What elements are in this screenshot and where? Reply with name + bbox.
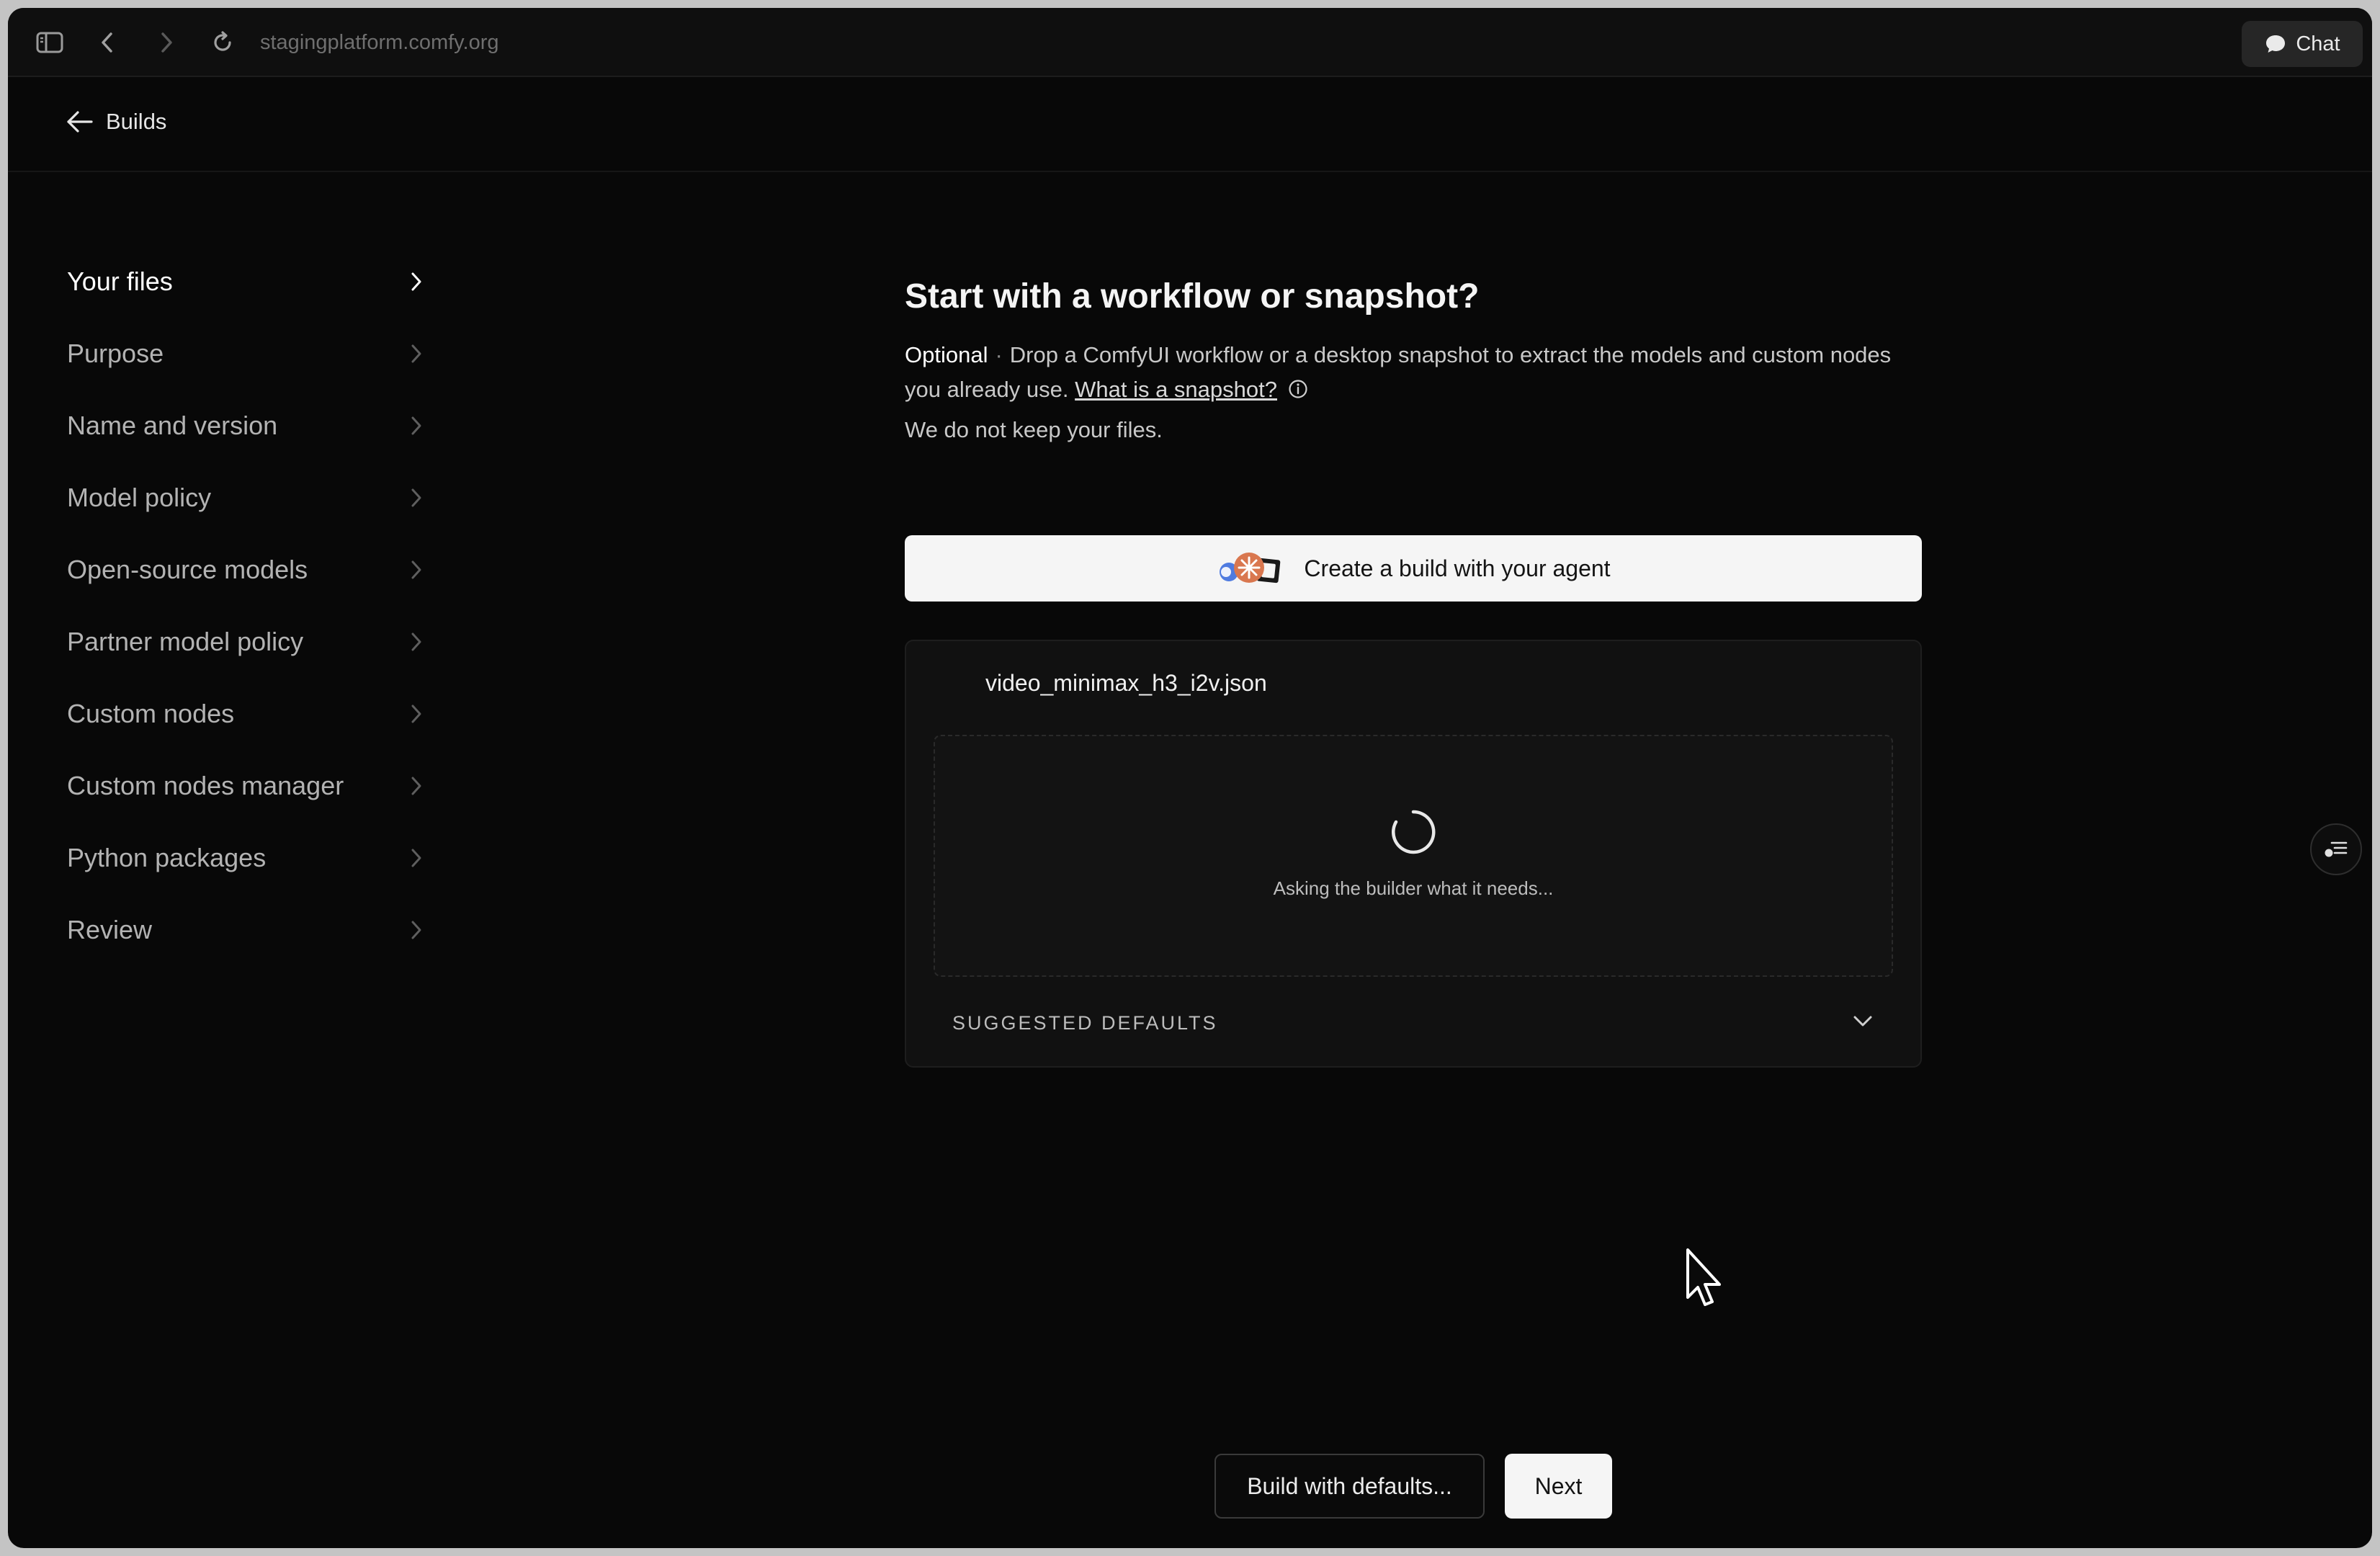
- step-python-packages[interactable]: Python packages: [67, 822, 427, 894]
- step-label: Custom nodes manager: [67, 771, 344, 800]
- optional-label: Optional: [905, 342, 988, 367]
- file-name: video_minimax_h3_i2v.json: [985, 670, 1267, 696]
- step-custom-nodes-manager[interactable]: Custom nodes manager: [67, 750, 427, 822]
- chevron-right-icon: [406, 487, 427, 509]
- step-custom-nodes[interactable]: Custom nodes: [67, 678, 427, 750]
- back-to-builds-link[interactable]: Builds: [66, 109, 166, 135]
- suggested-defaults-toggle[interactable]: SUGGESTED DEFAULTS: [952, 1005, 1874, 1041]
- step-review[interactable]: Review: [67, 894, 427, 966]
- step-purpose[interactable]: Purpose: [67, 318, 427, 390]
- step-partner-model-policy[interactable]: Partner model policy: [67, 606, 427, 678]
- chevron-right-icon: [406, 703, 427, 725]
- agent-logos-icon: [1216, 550, 1285, 586]
- chevron-right-icon: [406, 343, 427, 365]
- analysis-area: Asking the builder what it needs...: [934, 735, 1893, 977]
- step-open-source-models[interactable]: Open-source models: [67, 534, 427, 606]
- arrow-left-icon: [67, 111, 93, 133]
- floating-panel-icon[interactable]: [2310, 823, 2362, 875]
- sidebar-toggle-icon[interactable]: [35, 28, 64, 57]
- chat-button[interactable]: Chat: [2242, 21, 2363, 67]
- info-icon[interactable]: [1288, 379, 1308, 399]
- step-model-policy[interactable]: Model policy: [67, 462, 427, 534]
- loading-spinner-icon: [1390, 808, 1437, 856]
- step-name-and-version[interactable]: Name and version: [67, 390, 427, 462]
- step-label: Custom nodes: [67, 699, 235, 728]
- privacy-note: We do not keep your files.: [905, 417, 1163, 442]
- step-label: Your files: [67, 267, 173, 296]
- chevron-right-icon: [406, 847, 427, 869]
- reload-icon[interactable]: [208, 28, 237, 57]
- separator-dot: ·: [995, 342, 1003, 367]
- loading-text: Asking the builder what it needs...: [1273, 877, 1554, 899]
- step-label: Model policy: [67, 483, 212, 512]
- page-title: Start with a workflow or snapshot?: [905, 277, 1480, 316]
- chevron-right-icon: [406, 559, 427, 581]
- chevron-right-icon: [406, 775, 427, 797]
- address-bar[interactable]: stagingplatform.comfy.org: [260, 28, 499, 57]
- chevron-right-icon: [406, 271, 427, 292]
- app-header: Builds: [8, 79, 2372, 172]
- main-content: Start with a workflow or snapshot? Optio…: [905, 274, 1922, 1068]
- forward-arrow-icon[interactable]: [152, 28, 181, 57]
- build-with-defaults-button[interactable]: Build with defaults...: [1214, 1454, 1485, 1519]
- agent-button-label: Create a build with your agent: [1304, 555, 1611, 581]
- back-label: Builds: [106, 109, 167, 134]
- mouse-cursor-icon: [1683, 1247, 1727, 1312]
- create-build-with-agent-button[interactable]: Create a build with your agent: [905, 535, 1922, 602]
- description: Optional · Drop a ComfyUI workflow or a de…: [905, 338, 1922, 407]
- chevron-right-icon: [406, 631, 427, 653]
- step-label: Purpose: [67, 339, 164, 368]
- step-label: Name and version: [67, 411, 278, 440]
- chat-label: Chat: [2296, 32, 2340, 55]
- step-your-files[interactable]: Your files: [67, 246, 427, 318]
- step-label: Review: [67, 915, 153, 944]
- step-label: Partner model policy: [67, 627, 304, 656]
- back-arrow-icon[interactable]: [93, 28, 122, 57]
- chevron-down-icon: [1851, 1014, 1874, 1033]
- description-text: Drop a ComfyUI workflow or a desktop sna…: [905, 342, 1892, 402]
- suggested-defaults-label: SUGGESTED DEFAULTS: [952, 1011, 1218, 1034]
- step-label: Open-source models: [67, 555, 308, 584]
- browser-toolbar: stagingplatform.comfy.org Chat: [8, 8, 2372, 77]
- chat-bubble-icon: [2266, 35, 2286, 53]
- file-card: video_minimax_h3_i2v.json Asking the bui…: [905, 640, 1922, 1068]
- steps-nav: Your files Purpose Name and version Mode…: [67, 246, 427, 966]
- chevron-right-icon: [406, 919, 427, 941]
- next-button[interactable]: Next: [1505, 1454, 1612, 1519]
- chevron-right-icon: [406, 415, 427, 437]
- what-is-snapshot-link[interactable]: What is a snapshot?: [1075, 377, 1277, 402]
- step-label: Python packages: [67, 843, 267, 872]
- browser-window: stagingplatform.comfy.org Chat Builds Yo…: [8, 8, 2372, 1548]
